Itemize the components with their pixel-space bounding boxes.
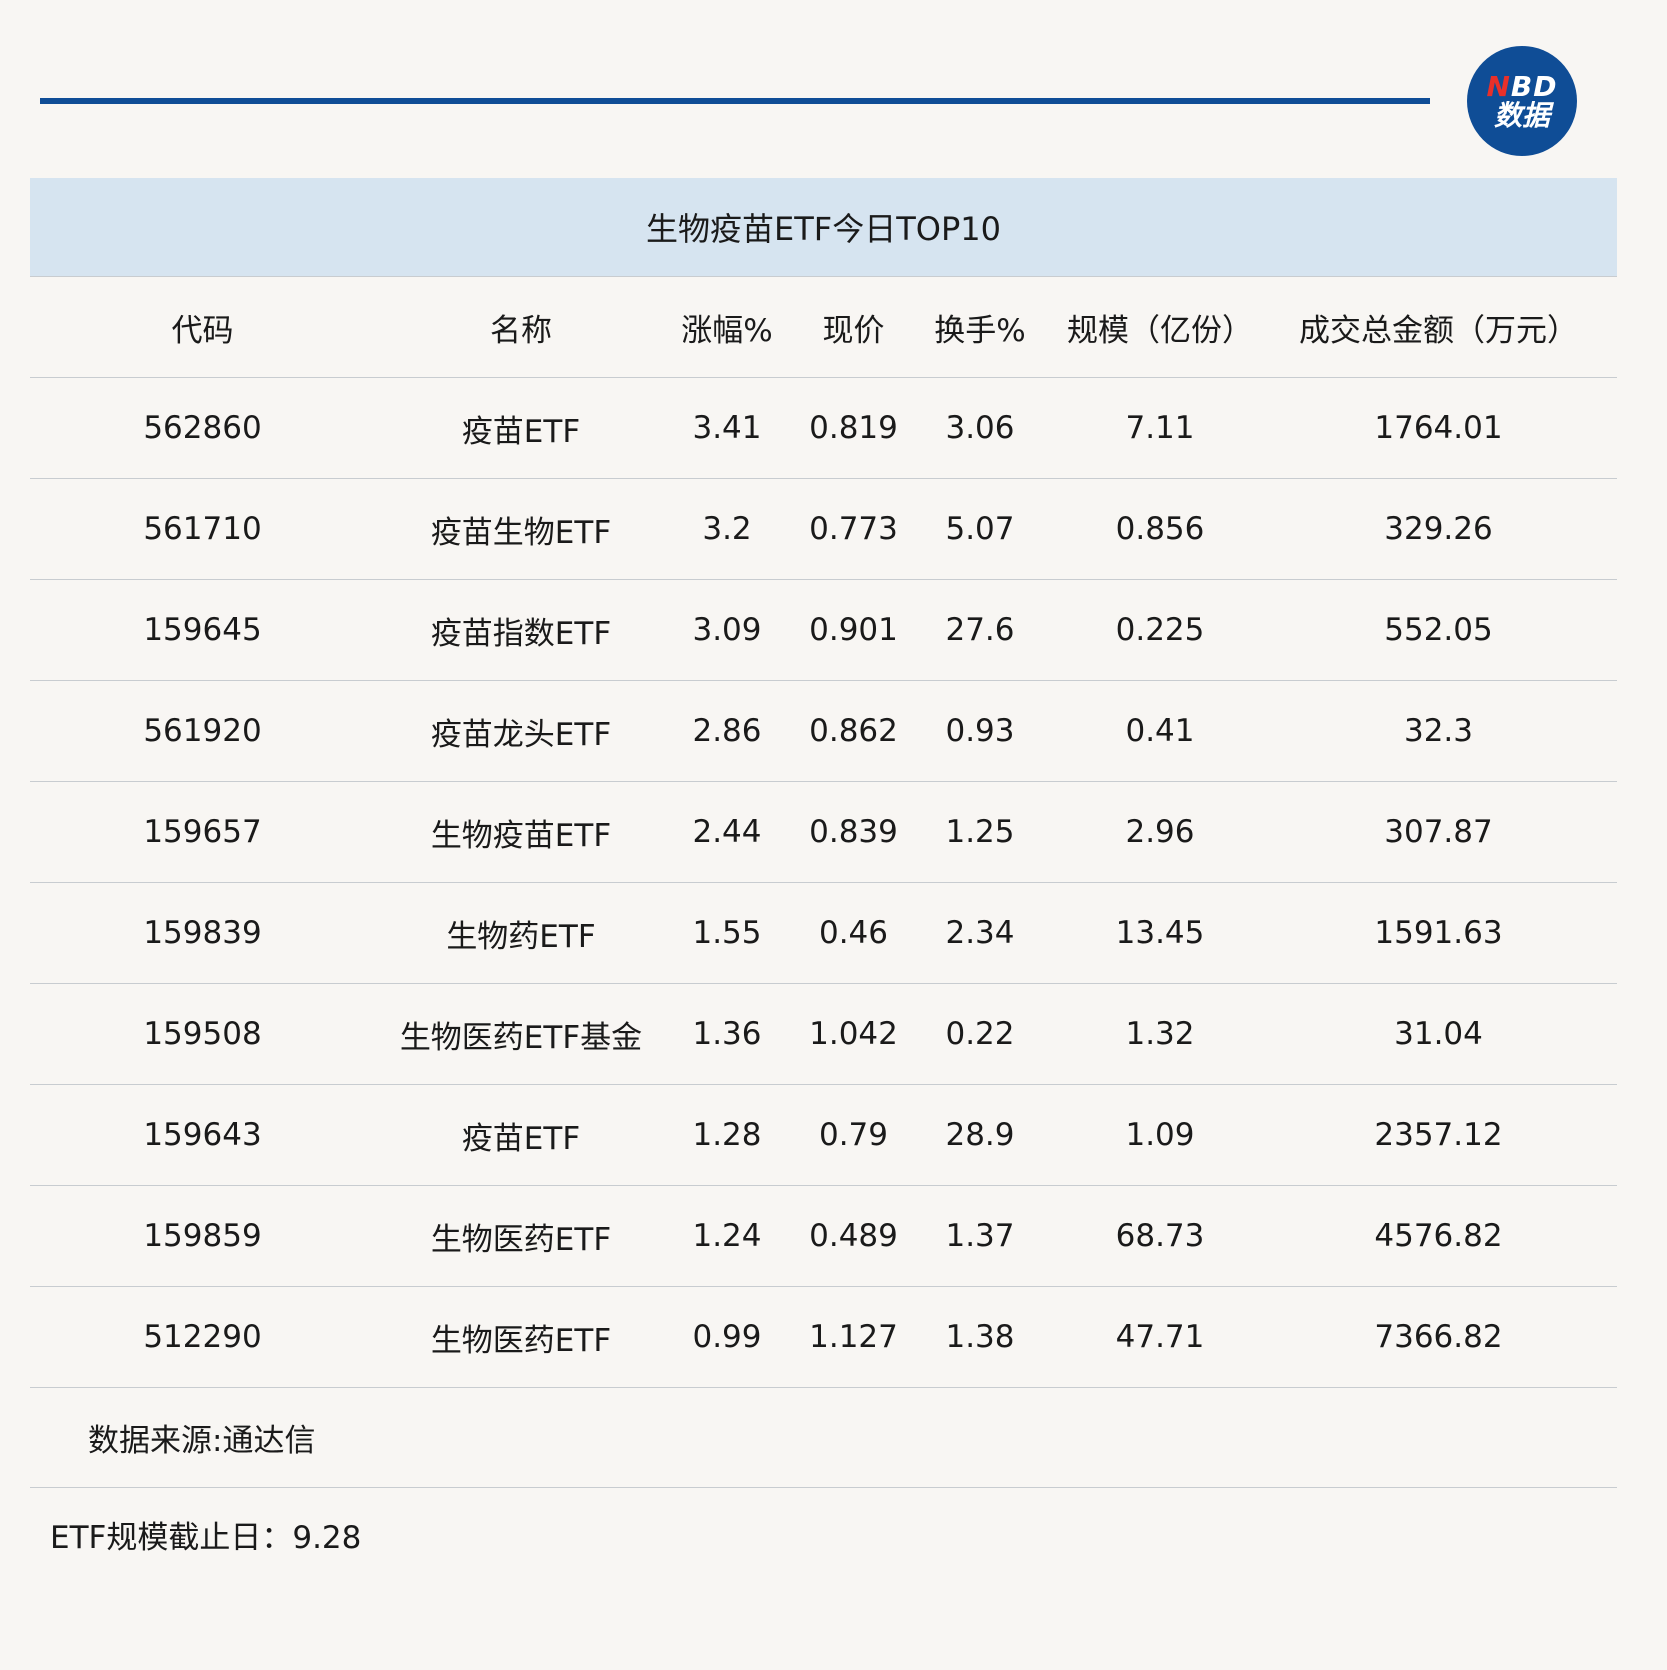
- cell-amount: 329.26: [1384, 511, 1493, 547]
- cell-name: 疫苗指数ETF: [430, 615, 612, 652]
- table-title: 生物疫苗ETF今日TOP10: [30, 178, 1617, 277]
- cell-change: 0.99: [692, 1319, 762, 1355]
- logo-top-text: NBD: [1486, 69, 1558, 103]
- header-rule: [40, 98, 1430, 104]
- cell-price: 0.839: [809, 814, 898, 850]
- cell-name: 生物医药ETF: [430, 1221, 612, 1258]
- cell-change: 3.41: [692, 410, 762, 446]
- cell-amount: 32.3: [1403, 713, 1474, 749]
- cell-amount: 7366.82: [1374, 1319, 1503, 1355]
- cell-turnover: 2.34: [945, 915, 1015, 951]
- cell-turnover: 1.38: [945, 1319, 1015, 1355]
- cell-turnover: 5.07: [945, 511, 1015, 547]
- cell-code: 159643: [143, 1117, 262, 1153]
- cell-price: 1.042: [809, 1016, 898, 1052]
- table-row: 159508 生物医药ETF基金 1.36 1.042 0.22 1.32 31.04: [30, 984, 1617, 1085]
- table-row: 159645 疫苗指数ETF 3.09 0.901 27.6 0.225 552.05: [30, 580, 1617, 681]
- cell-name: 生物药ETF: [446, 918, 596, 955]
- cell-scale: 7.11: [1125, 410, 1195, 446]
- table-row: 159657 生物疫苗ETF 2.44 0.839 1.25 2.96 307.87: [30, 782, 1617, 883]
- cell-name: 疫苗生物ETF: [430, 514, 612, 551]
- table-row: 512290 生物医药ETF 0.99 1.127 1.38 47.71 7366.82: [30, 1287, 1617, 1388]
- header-scale: 规模（亿份）: [1067, 312, 1253, 349]
- header-code: 代码: [171, 312, 234, 349]
- cell-scale: 68.73: [1115, 1218, 1205, 1254]
- cell-code: 159657: [143, 814, 262, 850]
- table-row: 159839 生物药ETF 1.55 0.46 2.34 13.45 1591.63: [30, 883, 1617, 984]
- cell-price: 1.127: [809, 1319, 898, 1355]
- cell-name: 疫苗龙头ETF: [430, 716, 612, 753]
- cell-name: 生物医药ETF基金: [399, 1019, 643, 1056]
- cell-turnover: 1.37: [945, 1218, 1015, 1254]
- header-turnover: 换手%: [934, 312, 1026, 349]
- cell-name: 生物疫苗ETF: [430, 817, 612, 854]
- cell-scale: 2.96: [1125, 814, 1195, 850]
- cell-change: 3.2: [702, 511, 752, 547]
- table-row: 159859 生物医药ETF 1.24 0.489 1.37 68.73 4576.82: [30, 1186, 1617, 1287]
- cell-amount: 307.87: [1384, 814, 1493, 850]
- cell-scale: 0.41: [1125, 713, 1195, 749]
- cell-amount: 552.05: [1384, 612, 1493, 648]
- cell-turnover: 27.6: [945, 612, 1015, 648]
- header-price: 现价: [822, 312, 885, 349]
- cell-price: 0.819: [809, 410, 898, 446]
- data-source-row: 数据来源:通达信: [30, 1387, 1617, 1488]
- table-row: 561920 疫苗龙头ETF 2.86 0.862 0.93 0.41 32.3: [30, 681, 1617, 782]
- cell-code: 159508: [143, 1016, 262, 1052]
- cell-scale: 0.225: [1115, 612, 1205, 648]
- cell-price: 0.489: [809, 1218, 898, 1254]
- header-change: 涨幅%: [681, 312, 773, 349]
- cell-code: 159859: [143, 1218, 262, 1254]
- table-row: 562860 疫苗ETF 3.41 0.819 3.06 7.11 1764.01: [30, 378, 1617, 479]
- cell-change: 2.44: [692, 814, 762, 850]
- cell-change: 1.55: [692, 915, 762, 951]
- header-name: 名称: [490, 312, 552, 349]
- cell-turnover: 1.25: [945, 814, 1015, 850]
- cell-code: 561920: [143, 713, 262, 749]
- cell-price: 0.862: [809, 713, 898, 749]
- cell-code: 562860: [143, 410, 262, 446]
- cell-change: 3.09: [692, 612, 762, 648]
- cell-scale: 0.856: [1115, 511, 1205, 547]
- cell-code: 159839: [143, 915, 262, 951]
- cell-name: 疫苗ETF: [461, 1120, 581, 1157]
- footnote: ETF规模截止日：9.28: [50, 1520, 362, 1556]
- cell-change: 1.24: [692, 1218, 762, 1254]
- cell-turnover: 0.22: [945, 1016, 1015, 1052]
- table-header-row: 代码 名称 涨幅% 现价 换手% 规模（亿份） 成交总金额（万元）: [30, 277, 1617, 378]
- cell-price: 0.46: [818, 915, 889, 951]
- cell-code: 159645: [143, 612, 262, 648]
- logo-bottom-text: 数据: [1493, 99, 1550, 132]
- data-source: 数据来源:通达信: [88, 1422, 316, 1459]
- etf-table: 代码 名称 涨幅% 现价 换手% 规模（亿份） 成交总金额（万元） 562860…: [30, 277, 1617, 1388]
- cell-change: 2.86: [692, 713, 762, 749]
- cell-name: 生物医药ETF: [430, 1322, 612, 1359]
- header-amount: 成交总金额（万元）: [1299, 312, 1578, 349]
- cell-name: 疫苗ETF: [461, 413, 581, 450]
- table-row: 159643 疫苗ETF 1.28 0.79 28.9 1.09 2357.12: [30, 1085, 1617, 1186]
- cell-price: 0.79: [818, 1117, 889, 1153]
- cell-scale: 1.09: [1125, 1117, 1195, 1153]
- cell-scale: 1.32: [1125, 1016, 1195, 1052]
- cell-amount: 4576.82: [1374, 1218, 1503, 1254]
- cell-amount: 31.04: [1394, 1016, 1483, 1052]
- cell-scale: 13.45: [1115, 915, 1205, 951]
- cell-code: 561710: [143, 511, 262, 547]
- table-row: 561710 疫苗生物ETF 3.2 0.773 5.07 0.856 329.26: [30, 479, 1617, 580]
- cell-change: 1.36: [692, 1016, 762, 1052]
- cell-code: 512290: [143, 1319, 262, 1355]
- cell-amount: 1591.63: [1374, 915, 1503, 951]
- cell-scale: 47.71: [1115, 1319, 1205, 1355]
- cell-price: 0.773: [809, 511, 898, 547]
- cell-turnover: 0.93: [945, 713, 1015, 749]
- nbd-logo: NBD 数据: [1467, 46, 1577, 156]
- cell-turnover: 3.06: [945, 410, 1015, 446]
- cell-change: 1.28: [692, 1117, 762, 1153]
- cell-turnover: 28.9: [945, 1117, 1015, 1153]
- cell-price: 0.901: [809, 612, 898, 648]
- cell-amount: 2357.12: [1374, 1117, 1503, 1153]
- cell-amount: 1764.01: [1374, 410, 1503, 446]
